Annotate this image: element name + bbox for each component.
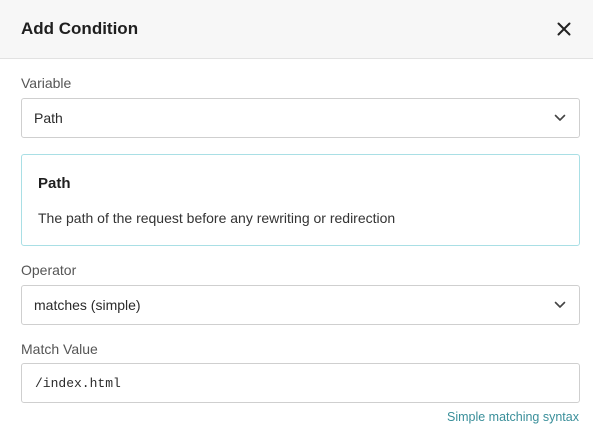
variable-select[interactable]: Path bbox=[21, 98, 580, 138]
add-condition-dialog: Add Condition Variable Path Path The pat… bbox=[0, 0, 593, 444]
operator-select-value: matches (simple) bbox=[34, 297, 141, 313]
match-value-label: Match Value bbox=[21, 341, 98, 357]
chevron-down-icon bbox=[553, 298, 567, 312]
match-value-text: /index.html bbox=[35, 375, 121, 391]
variable-label: Variable bbox=[21, 75, 72, 91]
close-icon bbox=[557, 22, 571, 36]
simple-matching-syntax-link[interactable]: Simple matching syntax bbox=[447, 410, 579, 424]
operator-label: Operator bbox=[21, 262, 77, 278]
info-title: Path bbox=[38, 175, 71, 192]
dialog-header: Add Condition bbox=[0, 0, 593, 59]
operator-select[interactable]: matches (simple) bbox=[21, 285, 580, 325]
variable-info-box: Path The path of the request before any … bbox=[21, 154, 580, 246]
match-value-input[interactable]: /index.html bbox=[21, 363, 580, 403]
dialog-title: Add Condition bbox=[21, 19, 139, 38]
info-description: The path of the request before any rewri… bbox=[38, 210, 396, 226]
chevron-down-icon bbox=[553, 111, 567, 125]
variable-select-value: Path bbox=[34, 110, 63, 126]
close-button[interactable] bbox=[554, 19, 574, 39]
